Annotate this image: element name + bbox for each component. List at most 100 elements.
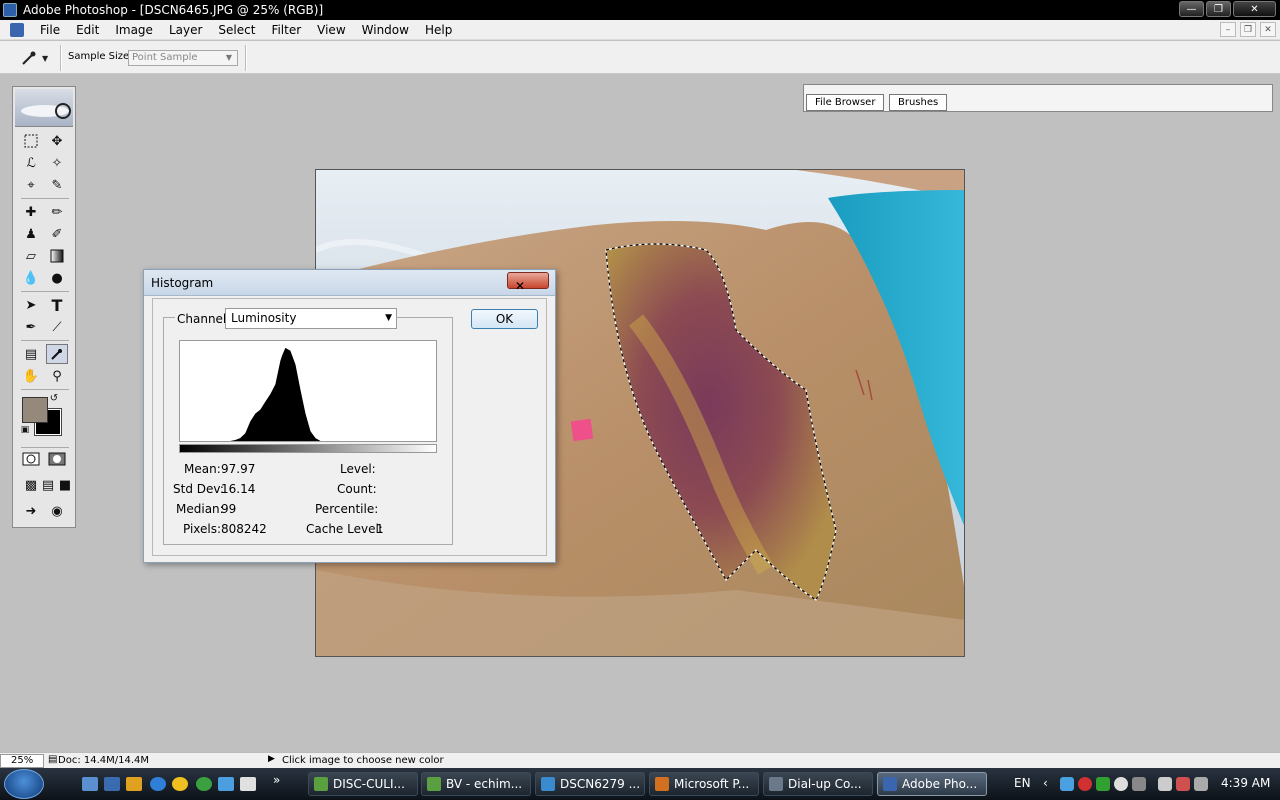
notes-tool-icon[interactable]: ▤	[20, 344, 42, 364]
jump-to-imageready-icon[interactable]: ➜	[20, 501, 42, 521]
eyedropper-tool-icon[interactable]	[46, 344, 68, 364]
task-dscn6279[interactable]: DSCN6279 ...	[535, 772, 645, 796]
task-disc-culi[interactable]: DISC-CULI...	[308, 772, 418, 796]
maximize-button[interactable]: ❐	[1206, 1, 1231, 17]
zoom-tool-icon[interactable]: ⚲	[46, 366, 68, 386]
dialog-close-button[interactable]: ✕	[507, 272, 549, 293]
task-label: DSCN6279 ...	[560, 777, 641, 791]
tool-preset-picker[interactable]: ▼	[20, 48, 54, 68]
quick-launch-icon[interactable]	[126, 777, 142, 791]
magic-wand-tool-icon[interactable]: ✧	[46, 153, 68, 173]
title-bar: Adobe Photoshop - [DSCN6465.JPG @ 25% (R…	[0, 0, 1280, 20]
options-divider	[245, 45, 247, 71]
eraser-tool-icon[interactable]: ▱	[20, 246, 42, 266]
tray-app-icon[interactable]	[1060, 777, 1074, 791]
tray-misc-icon[interactable]	[1132, 777, 1146, 791]
window-switcher-icon[interactable]	[104, 777, 120, 791]
chevron-down-icon: ▼	[225, 53, 233, 62]
show-desktop-icon[interactable]	[82, 777, 98, 791]
menu-select[interactable]: Select	[210, 23, 263, 37]
luminosity-gradient-bar	[179, 444, 437, 453]
language-indicator[interactable]: EN	[1014, 776, 1031, 790]
task-dial-up[interactable]: Dial-up Co...	[763, 772, 873, 796]
toolbox: ✥ ℒ ✧ ⌖ ✎ ✚ ✏ ♟ ✐ ▱ 💧 ● ➤ T ✒ ⟋ ▤ ✋ ⚲ ↺ …	[12, 86, 76, 528]
marquee-tool-icon[interactable]	[20, 131, 42, 151]
slice-tool-icon[interactable]: ✎	[46, 175, 68, 195]
type-tool-icon[interactable]: T	[46, 295, 68, 315]
move-tool-icon[interactable]: ✥	[46, 131, 68, 151]
crop-tool-icon[interactable]: ⌖	[20, 175, 42, 195]
close-button[interactable]: ✕	[1233, 1, 1276, 17]
histogram-dialog: Histogram ✕ Channel: Luminosity ▼ OK Mea…	[143, 269, 556, 563]
imageready-icon[interactable]: ◉	[46, 501, 68, 521]
doc-size[interactable]: Doc: 14.4M/14.4M	[58, 755, 149, 766]
clock[interactable]: 4:39 AM	[1221, 776, 1270, 790]
hand-tool-icon[interactable]: ✋	[20, 366, 42, 386]
document-info-icon[interactable]: ▤	[48, 754, 57, 765]
more-icon[interactable]: »	[273, 773, 280, 787]
doc-minimize-button[interactable]: –	[1220, 22, 1236, 37]
dialog-title-bar[interactable]: Histogram ✕	[144, 270, 555, 296]
sample-size-select[interactable]: Point Sample ▼	[128, 50, 238, 66]
tab-brushes[interactable]: Brushes	[889, 94, 948, 111]
gradient-tool-icon[interactable]	[46, 246, 68, 266]
task-microsoft-p[interactable]: Microsoft P...	[649, 772, 759, 796]
excel-icon	[427, 777, 441, 791]
ok-button[interactable]: OK	[471, 309, 538, 329]
image-viewer-icon	[541, 777, 555, 791]
menu-edit[interactable]: Edit	[68, 23, 107, 37]
start-button[interactable]	[4, 769, 44, 799]
level-label: Level:	[340, 462, 376, 476]
mail-icon[interactable]	[218, 777, 234, 791]
minimize-button[interactable]: —	[1179, 1, 1204, 17]
brush-tool-icon[interactable]: ✏	[46, 202, 68, 222]
menu-help[interactable]: Help	[417, 23, 460, 37]
line-tool-icon[interactable]: ⟋	[46, 317, 68, 337]
history-brush-tool-icon[interactable]: ✐	[46, 224, 68, 244]
full-screen-mode-icon[interactable]: ■	[54, 475, 76, 495]
menu-file[interactable]: File	[32, 23, 68, 37]
path-selection-tool-icon[interactable]: ➤	[20, 295, 42, 315]
window-title: Adobe Photoshop - [DSCN6465.JPG @ 25% (R…	[23, 3, 324, 17]
menu-view[interactable]: View	[309, 23, 353, 37]
foreground-color-swatch[interactable]	[22, 397, 48, 423]
volume-icon[interactable]	[1194, 777, 1208, 791]
task-bv-echim[interactable]: BV - echim...	[421, 772, 531, 796]
tray-m-icon[interactable]	[1096, 777, 1110, 791]
messenger-icon[interactable]	[172, 777, 188, 791]
network-status-icon[interactable]	[1176, 777, 1190, 791]
document-icon[interactable]	[10, 22, 24, 37]
tray-expand-icon[interactable]: ‹	[1043, 776, 1048, 790]
menu-filter[interactable]: Filter	[263, 23, 309, 37]
antivirus-icon[interactable]	[1078, 777, 1092, 791]
tray-status-icon[interactable]	[1114, 777, 1128, 791]
network-icon[interactable]	[196, 777, 212, 791]
notepad-icon[interactable]	[240, 777, 256, 791]
doc-close-button[interactable]: ✕	[1260, 22, 1276, 37]
menu-image[interactable]: Image	[107, 23, 161, 37]
swap-colors-icon[interactable]: ↺	[47, 391, 61, 405]
powerpoint-icon	[655, 777, 669, 791]
tab-file-browser[interactable]: File Browser	[806, 94, 885, 111]
blur-tool-icon[interactable]: 💧	[20, 268, 42, 288]
standard-mode-icon[interactable]	[20, 449, 42, 469]
task-adobe-photoshop[interactable]: Adobe Pho...	[877, 772, 987, 796]
dodge-tool-icon[interactable]: ●	[46, 268, 68, 288]
zoom-field[interactable]: 25%	[0, 754, 44, 768]
status-hint: Click image to choose new color	[282, 755, 444, 766]
menu-window[interactable]: Window	[354, 23, 417, 37]
sample-size-value: Point Sample	[132, 52, 198, 63]
channel-select[interactable]: Luminosity ▼	[225, 308, 397, 329]
clone-stamp-tool-icon[interactable]: ♟	[20, 224, 42, 244]
pen-tool-icon[interactable]: ✒	[20, 317, 42, 337]
status-arrow-icon[interactable]: ▶	[268, 754, 275, 764]
healing-brush-tool-icon[interactable]: ✚	[20, 202, 42, 222]
battery-icon[interactable]	[1158, 777, 1172, 791]
menu-layer[interactable]: Layer	[161, 23, 210, 37]
quick-mask-mode-icon[interactable]	[46, 449, 68, 469]
default-colors-icon[interactable]: ▣	[18, 423, 32, 437]
browser-icon[interactable]	[150, 777, 166, 791]
lasso-tool-icon[interactable]: ℒ	[20, 153, 42, 173]
doc-restore-button[interactable]: ❐	[1240, 22, 1256, 37]
adobe-online-button[interactable]	[15, 89, 73, 127]
